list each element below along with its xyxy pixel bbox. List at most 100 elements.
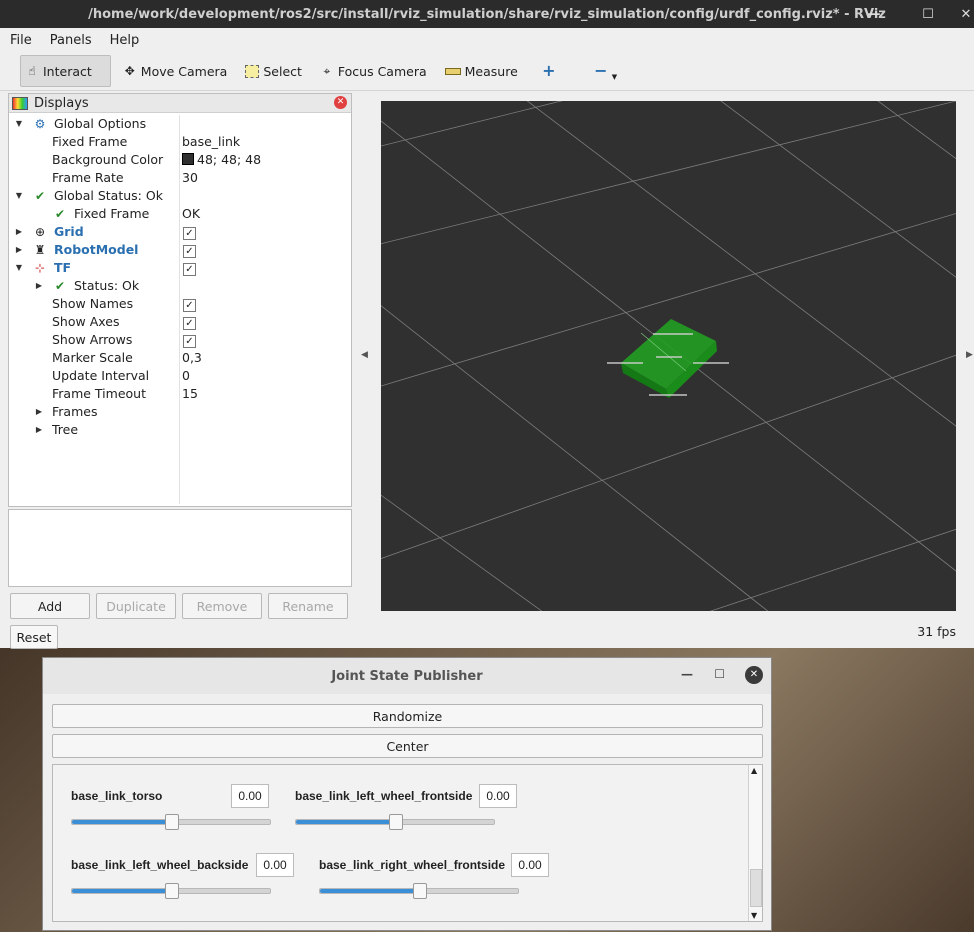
- tf-label: TF: [54, 260, 72, 275]
- select-tool[interactable]: Select: [239, 56, 308, 86]
- marker-scale-value[interactable]: 0,3: [182, 349, 202, 367]
- measure-label: Measure: [464, 63, 518, 79]
- tree-row-update-interval[interactable]: Update Interval 0: [9, 367, 351, 385]
- expand-down-icon[interactable]: ▼: [14, 259, 24, 277]
- tree-row-marker-scale[interactable]: Marker Scale 0,3: [9, 349, 351, 367]
- focus-camera-tool[interactable]: ⌖ Focus Camera: [314, 56, 433, 86]
- tree-row-grid[interactable]: ▶ ⊕ Grid ✓: [9, 223, 351, 241]
- joint-value-input[interactable]: 0.00: [479, 784, 517, 808]
- show-names-checkbox[interactable]: ✓: [183, 299, 196, 312]
- interact-tool[interactable]: ☝ Interact: [20, 55, 111, 87]
- minimize-icon[interactable]: —: [854, 0, 894, 28]
- jsp-title: Joint State Publisher: [331, 668, 483, 684]
- maximize-icon[interactable]: ☐: [714, 667, 725, 681]
- joint-slider-fill: [72, 820, 171, 824]
- hand-icon: ☝: [28, 64, 36, 78]
- tree-row-status-fixed-frame[interactable]: ✔ Fixed Frame OK: [9, 205, 351, 223]
- maximize-icon[interactable]: ☐: [908, 0, 948, 28]
- close-icon[interactable]: ✕: [946, 0, 974, 28]
- tree-row-robotmodel[interactable]: ▶ ♜ RobotModel ✓: [9, 241, 351, 259]
- scroll-down-icon[interactable]: ▼: [751, 911, 757, 920]
- tree-row-show-names[interactable]: Show Names ✓: [9, 295, 351, 313]
- grid-label: Grid: [54, 224, 84, 239]
- joint-value-input[interactable]: 0.00: [511, 853, 549, 877]
- show-axes-label: Show Axes: [52, 314, 120, 329]
- tree-row-tf-status[interactable]: ▶ ✔ Status: Ok: [9, 277, 351, 295]
- expand-right-icon[interactable]: ▶: [34, 403, 44, 421]
- expand-right-icon[interactable]: ▶: [14, 223, 24, 241]
- joint-value-input[interactable]: 0.00: [231, 784, 269, 808]
- joint-slider-fill: [72, 889, 171, 893]
- robotmodel-checkbox[interactable]: ✓: [183, 245, 196, 258]
- expand-right-icon[interactable]: ▶: [34, 421, 44, 439]
- window-titlebar: /home/work/development/ros2/src/install/…: [0, 0, 974, 28]
- menu-help[interactable]: Help: [110, 33, 140, 48]
- tree-row-frame-timeout[interactable]: Frame Timeout 15: [9, 385, 351, 403]
- tree-row-show-axes[interactable]: Show Axes ✓: [9, 313, 351, 331]
- global-options-label: Global Options: [54, 116, 147, 131]
- tree-row-background-color[interactable]: Background Color 48; 48; 48: [9, 151, 351, 169]
- tree-row-tf[interactable]: ▼ ⊹ TF ✓: [9, 259, 351, 277]
- tree-row-fixed-frame[interactable]: Fixed Frame base_link: [9, 133, 351, 151]
- collapse-left-icon[interactable]: ◀: [361, 350, 368, 360]
- menu-file[interactable]: File: [10, 33, 32, 48]
- move-camera-tool[interactable]: ✥ Move Camera: [117, 56, 234, 86]
- tf-checkbox[interactable]: ✓: [183, 263, 196, 276]
- expand-down-icon[interactable]: ▼: [14, 187, 24, 205]
- measure-tool[interactable]: Measure: [439, 56, 524, 86]
- collapse-right-icon[interactable]: ▶: [966, 350, 973, 360]
- close-icon[interactable]: ✕: [745, 666, 763, 684]
- select-label: Select: [263, 63, 302, 79]
- joint-slider-handle[interactable]: [165, 814, 179, 830]
- rename-button[interactable]: Rename: [268, 593, 348, 619]
- grid-icon: ⊕: [34, 225, 46, 239]
- plus-icon: +: [542, 61, 556, 80]
- expand-right-icon[interactable]: ▶: [34, 277, 44, 295]
- toolbar: ☝ Interact ✥ Move Camera Select ⌖ Focus …: [0, 52, 974, 91]
- tree-row-show-arrows[interactable]: Show Arrows ✓: [9, 331, 351, 349]
- show-axes-checkbox[interactable]: ✓: [183, 317, 196, 330]
- frame-timeout-value[interactable]: 15: [182, 385, 198, 403]
- joint-slider[interactable]: [319, 883, 519, 899]
- add-button[interactable]: Add: [10, 593, 90, 619]
- vertical-scrollbar[interactable]: ▲ ▼: [748, 765, 762, 921]
- joint-slider-handle[interactable]: [389, 814, 403, 830]
- scroll-up-icon[interactable]: ▲: [751, 766, 757, 775]
- tree-row-frame-rate[interactable]: Frame Rate 30: [9, 169, 351, 187]
- joint-slider[interactable]: [71, 814, 271, 830]
- joint-slider[interactable]: [71, 883, 271, 899]
- update-interval-value[interactable]: 0: [182, 367, 190, 385]
- fixed-frame-value[interactable]: base_link: [182, 133, 240, 151]
- reset-button[interactable]: Reset: [10, 625, 58, 649]
- show-arrows-checkbox[interactable]: ✓: [183, 335, 196, 348]
- joint-value-input[interactable]: 0.00: [256, 853, 294, 877]
- tree-row-tree[interactable]: ▶ Tree: [9, 421, 351, 439]
- fixed-frame-label: Fixed Frame: [52, 134, 128, 149]
- randomize-button[interactable]: Randomize: [52, 704, 763, 728]
- jsp-titlebar: Joint State Publisher — ☐ ✕: [43, 658, 771, 694]
- robot-icon: ♜: [34, 243, 46, 257]
- expand-down-icon[interactable]: ▼: [14, 115, 24, 133]
- frame-rate-value[interactable]: 30: [182, 169, 198, 187]
- duplicate-button[interactable]: Duplicate: [96, 593, 176, 619]
- joint-slider-handle[interactable]: [165, 883, 179, 899]
- menu-panels[interactable]: Panels: [50, 33, 92, 48]
- 3d-viewport[interactable]: [381, 101, 956, 611]
- tree-row-global-options[interactable]: ▼ ⚙ Global Options: [9, 115, 351, 133]
- scrollbar-thumb[interactable]: [750, 869, 762, 907]
- minimize-icon[interactable]: —: [681, 667, 693, 681]
- add-tool-button[interactable]: +: [536, 56, 562, 86]
- joint-slider[interactable]: [295, 814, 495, 830]
- joint-slider-handle[interactable]: [413, 883, 427, 899]
- status-fixed-frame-label: Fixed Frame: [74, 206, 150, 221]
- tree-row-global-status[interactable]: ▼ ✔ Global Status: Ok: [9, 187, 351, 205]
- remove-tool-button[interactable]: − ▼: [588, 56, 623, 86]
- center-button[interactable]: Center: [52, 734, 763, 758]
- grid-checkbox[interactable]: ✓: [183, 227, 196, 240]
- close-panel-icon[interactable]: ✕: [334, 96, 347, 109]
- tree-row-frames[interactable]: ▶ Frames: [9, 403, 351, 421]
- remove-button[interactable]: Remove: [182, 593, 262, 619]
- expand-right-icon[interactable]: ▶: [14, 241, 24, 259]
- frame-rate-label: Frame Rate: [52, 170, 124, 185]
- background-color-value-cell[interactable]: 48; 48; 48: [182, 151, 261, 169]
